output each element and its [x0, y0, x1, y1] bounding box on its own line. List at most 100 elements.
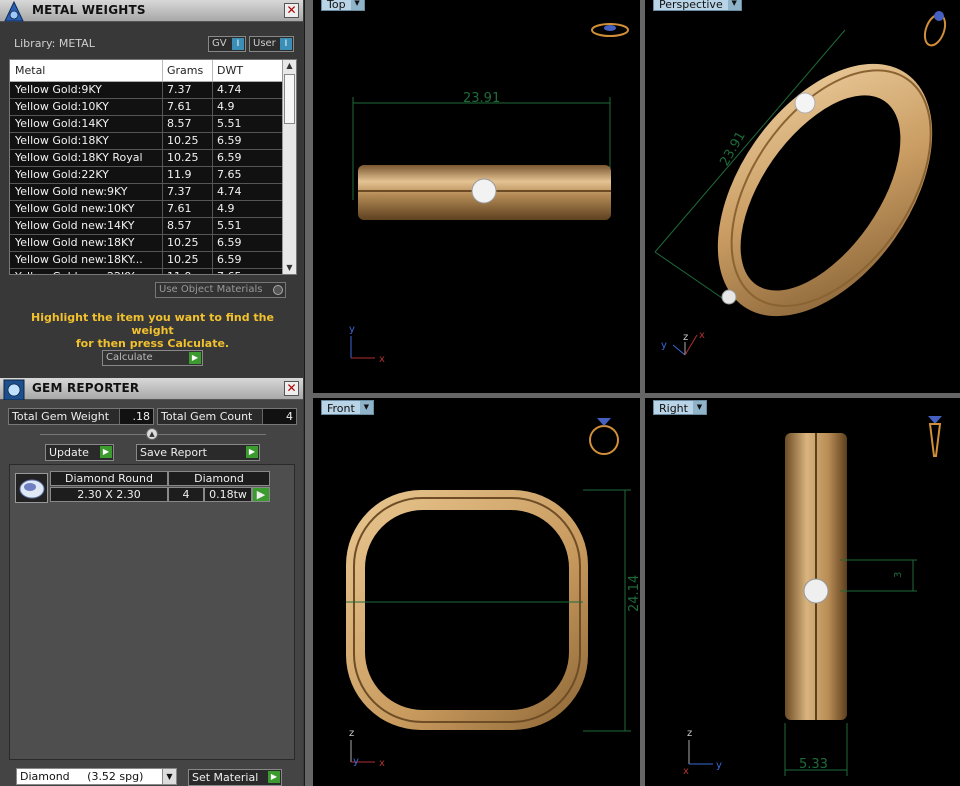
total-gem-weight-label: Total Gem Weight [12, 410, 110, 423]
scroll-up-icon[interactable]: ▲ [283, 60, 296, 72]
select-gem-arrow-icon[interactable]: ▶ [252, 487, 270, 502]
table-row[interactable]: Yellow Gold new:10KY 7.61 4.9 [10, 201, 296, 218]
metal-weights-body: Library: METAL GV I User I Metal Grams D… [0, 22, 303, 377]
table-row[interactable]: Yellow Gold:18KY Royal 10.25 6.59 [10, 150, 296, 167]
table-row[interactable]: Yellow Gold new:14KY 8.57 5.51 [10, 218, 296, 235]
cell-dwt: 4.74 [212, 82, 270, 98]
total-gem-count-label: Total Gem Count [161, 410, 253, 423]
gem-list: Diamond Round 2.30 X 2.30 Diamond 4 0.18… [9, 464, 295, 760]
cell-metal: Yellow Gold:22KY [15, 168, 109, 181]
cell-dwt: 6.59 [212, 252, 270, 268]
toggle-indicator-icon: I [280, 38, 292, 50]
close-icon[interactable]: ✕ [284, 3, 299, 18]
ring-thumbnail-icon [591, 23, 629, 37]
radio-icon [273, 285, 283, 295]
calculate-button[interactable]: Calculate ▶ [102, 350, 203, 366]
chevron-down-icon: ▼ [162, 769, 176, 784]
table-row[interactable]: Yellow Gold:9KY 7.37 4.74 [10, 82, 296, 99]
cell-dwt: 4.74 [212, 184, 270, 200]
viewport-top[interactable]: Top ▼ 23.91 y x [313, 0, 640, 393]
table-row[interactable]: Yellow Gold new:18KY 10.25 6.59 [10, 235, 296, 252]
cell-metal: Yellow Gold:14KY [15, 117, 109, 130]
cell-grams: 7.37 [162, 184, 212, 200]
cell-metal: Yellow Gold new:18KY [15, 236, 135, 249]
cell-grams: 11.9 [162, 167, 212, 183]
table-row[interactable]: Yellow Gold:10KY 7.61 4.9 [10, 99, 296, 116]
cell-grams: 11.9 [162, 269, 212, 274]
save-report-button[interactable]: Save Report ▶ [136, 444, 260, 461]
dimension-right: 5.33 [799, 757, 828, 772]
set-material-button[interactable]: Set Material ▶ [188, 769, 282, 786]
table-header: Metal Grams DWT [10, 60, 296, 82]
total-gem-weight-value: .18 [119, 409, 153, 424]
scrollbar-thumb[interactable] [284, 74, 295, 124]
viewport-perspective[interactable]: Perspective ▼ 23.91 y z x [645, 0, 960, 393]
viewport-right[interactable]: Right ▼ 3 5.33 z x y [645, 398, 960, 786]
instruction-text: Highlight the item you want to find the … [10, 311, 295, 350]
hint-line-2: for then press Calculate. [75, 337, 230, 350]
use-object-materials-toggle[interactable]: Use Object Materials [155, 282, 286, 298]
cell-metal: Yellow Gold new:14KY [15, 219, 135, 232]
collapse-handle-icon[interactable]: ▲ [146, 428, 158, 440]
toggle-indicator-icon: I [232, 38, 244, 50]
perspective-view-drawing: 23.91 y z x [654, 11, 947, 356]
cell-grams: 10.25 [162, 150, 212, 166]
axis-x-label: x [379, 354, 385, 365]
metal-weights-icon [4, 1, 24, 22]
vertical-scrollbar[interactable]: ▲ ▼ [282, 60, 296, 274]
table-row[interactable]: Yellow Gold:14KY 8.57 5.51 [10, 116, 296, 133]
diamond-icon [19, 479, 45, 499]
left-panel: METAL WEIGHTS ✕ Library: METAL GV I User… [0, 0, 305, 786]
cell-metal: Yellow Gold:10KY [15, 100, 109, 113]
diamond-stone [721, 289, 737, 305]
axis-x-label: x [683, 766, 689, 777]
gem-material: Diamond [168, 471, 270, 486]
column-header-grams[interactable]: Grams [162, 60, 212, 81]
diamond-stone [803, 578, 829, 604]
column-header-dwt[interactable]: DWT [212, 60, 270, 81]
metal-weights-header: METAL WEIGHTS ✕ [0, 0, 303, 22]
gem-weight: 0.18tw [204, 487, 252, 502]
user-toggle[interactable]: User I [249, 36, 294, 52]
ring-thumbnail-icon [589, 418, 619, 455]
dimension-top: 23.91 [463, 91, 500, 106]
play-arrow-icon: ▶ [246, 446, 258, 458]
update-button[interactable]: Update ▶ [45, 444, 114, 461]
axis-z-label: z [687, 728, 692, 739]
cell-metal: Yellow Gold:18KY Royal [15, 151, 143, 164]
table-row[interactable]: Yellow Gold new:18KY... 10.25 6.59 [10, 252, 296, 269]
cell-dwt: 6.59 [212, 133, 270, 149]
gv-label: GV [212, 38, 227, 49]
cell-metal: Yellow Gold:18KY [15, 134, 109, 147]
table-body: Yellow Gold:9KY 7.37 4.74 Yellow Gold:10KY 7… [10, 82, 296, 274]
ring-thumbnail-icon [928, 416, 942, 457]
bottom-bar: Diamond (3.52 spg) ▼ Set Material ▶ [0, 765, 303, 786]
top-view-drawing: 23.91 y x [349, 23, 629, 365]
column-header-metal[interactable]: Metal [10, 60, 162, 81]
gem-material-select[interactable]: Diamond (3.52 spg) ▼ [16, 768, 177, 785]
gem-shape: Diamond Round [50, 471, 168, 486]
axis-y-label: y [349, 324, 355, 335]
metal-weights-title: METAL WEIGHTS [32, 3, 146, 17]
dimension-right-small: 3 [893, 572, 904, 578]
axis-z-label: z [683, 332, 688, 343]
axis-x-label: x [379, 758, 385, 769]
cell-metal: Yellow Gold new:22KY [10, 269, 162, 274]
gv-toggle[interactable]: GV I [208, 36, 246, 52]
table-row[interactable]: Yellow Gold new:9KY 7.37 4.74 [10, 184, 296, 201]
scroll-down-icon[interactable]: ▼ [283, 262, 296, 274]
table-row[interactable]: Yellow Gold new:22KY11.97.65 [10, 269, 296, 274]
cell-metal: Yellow Gold new:10KY [15, 202, 135, 215]
gem-reporter-header: GEM REPORTER ✕ [0, 378, 303, 401]
cell-grams: 10.25 [162, 252, 212, 268]
right-view-drawing: 3 5.33 z x y [683, 416, 942, 777]
library-label: Library: METAL [14, 37, 95, 50]
cell-grams: 7.37 [162, 82, 212, 98]
table-row[interactable]: Yellow Gold:22KY 11.9 7.65 [10, 167, 296, 184]
use-object-materials-label: Use Object Materials [159, 284, 263, 295]
play-arrow-icon: ▶ [100, 446, 112, 458]
table-row[interactable]: Yellow Gold:18KY 10.25 6.59 [10, 133, 296, 150]
gem-reporter-body: Total Gem Weight .18 Total Gem Count 4 ▲… [0, 400, 303, 786]
close-icon[interactable]: ✕ [284, 381, 299, 396]
viewport-front[interactable]: Front ▼ 24.14 z y x [313, 398, 640, 786]
